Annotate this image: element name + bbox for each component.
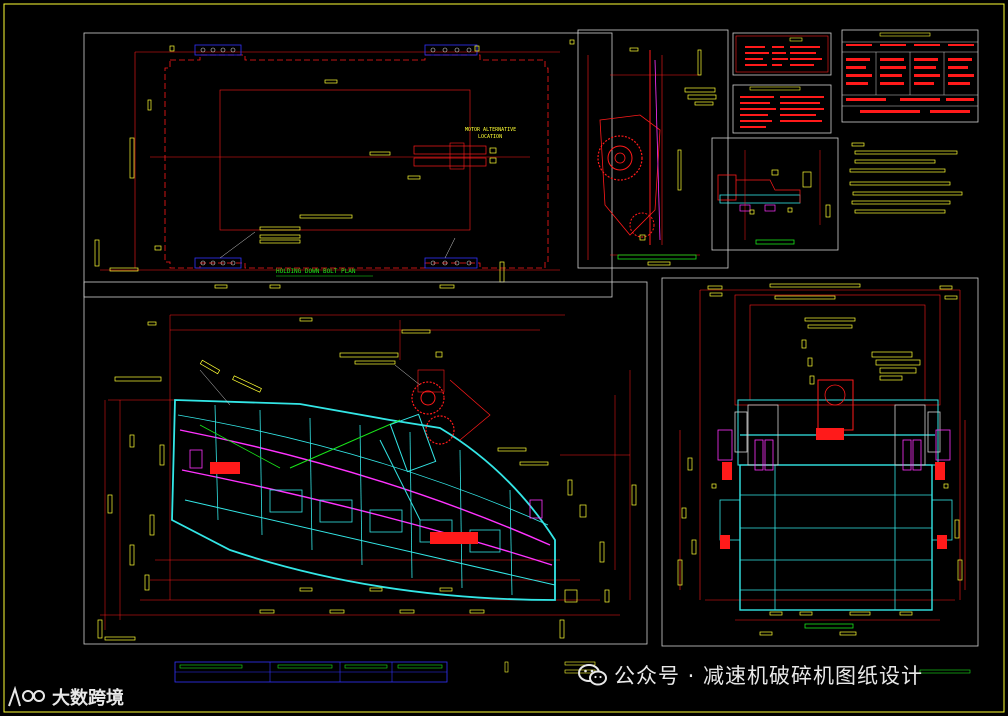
bolt-plan-title: HOLDING DOWN BOLT PLAN [276, 268, 356, 275]
wechat-watermark-text: 公众号 · 减速机破碎机图纸设计 [614, 664, 924, 688]
brand-logo-icon [8, 686, 45, 707]
motor-note: MOTOR ALTERNATIVE [465, 127, 516, 133]
wechat-icon [578, 664, 607, 686]
cad-drawing-canvas: MOTOR ALTERNATIVE LOCATION HOLDING DOWN … [0, 0, 1008, 716]
brand-watermark: 大数跨境 [6, 684, 124, 710]
wechat-watermark: 公众号 · 减速机破碎机图纸设计 [578, 660, 923, 690]
brand-watermark-text: 大数跨境 [52, 688, 124, 709]
motor-note-2: LOCATION [478, 134, 502, 140]
